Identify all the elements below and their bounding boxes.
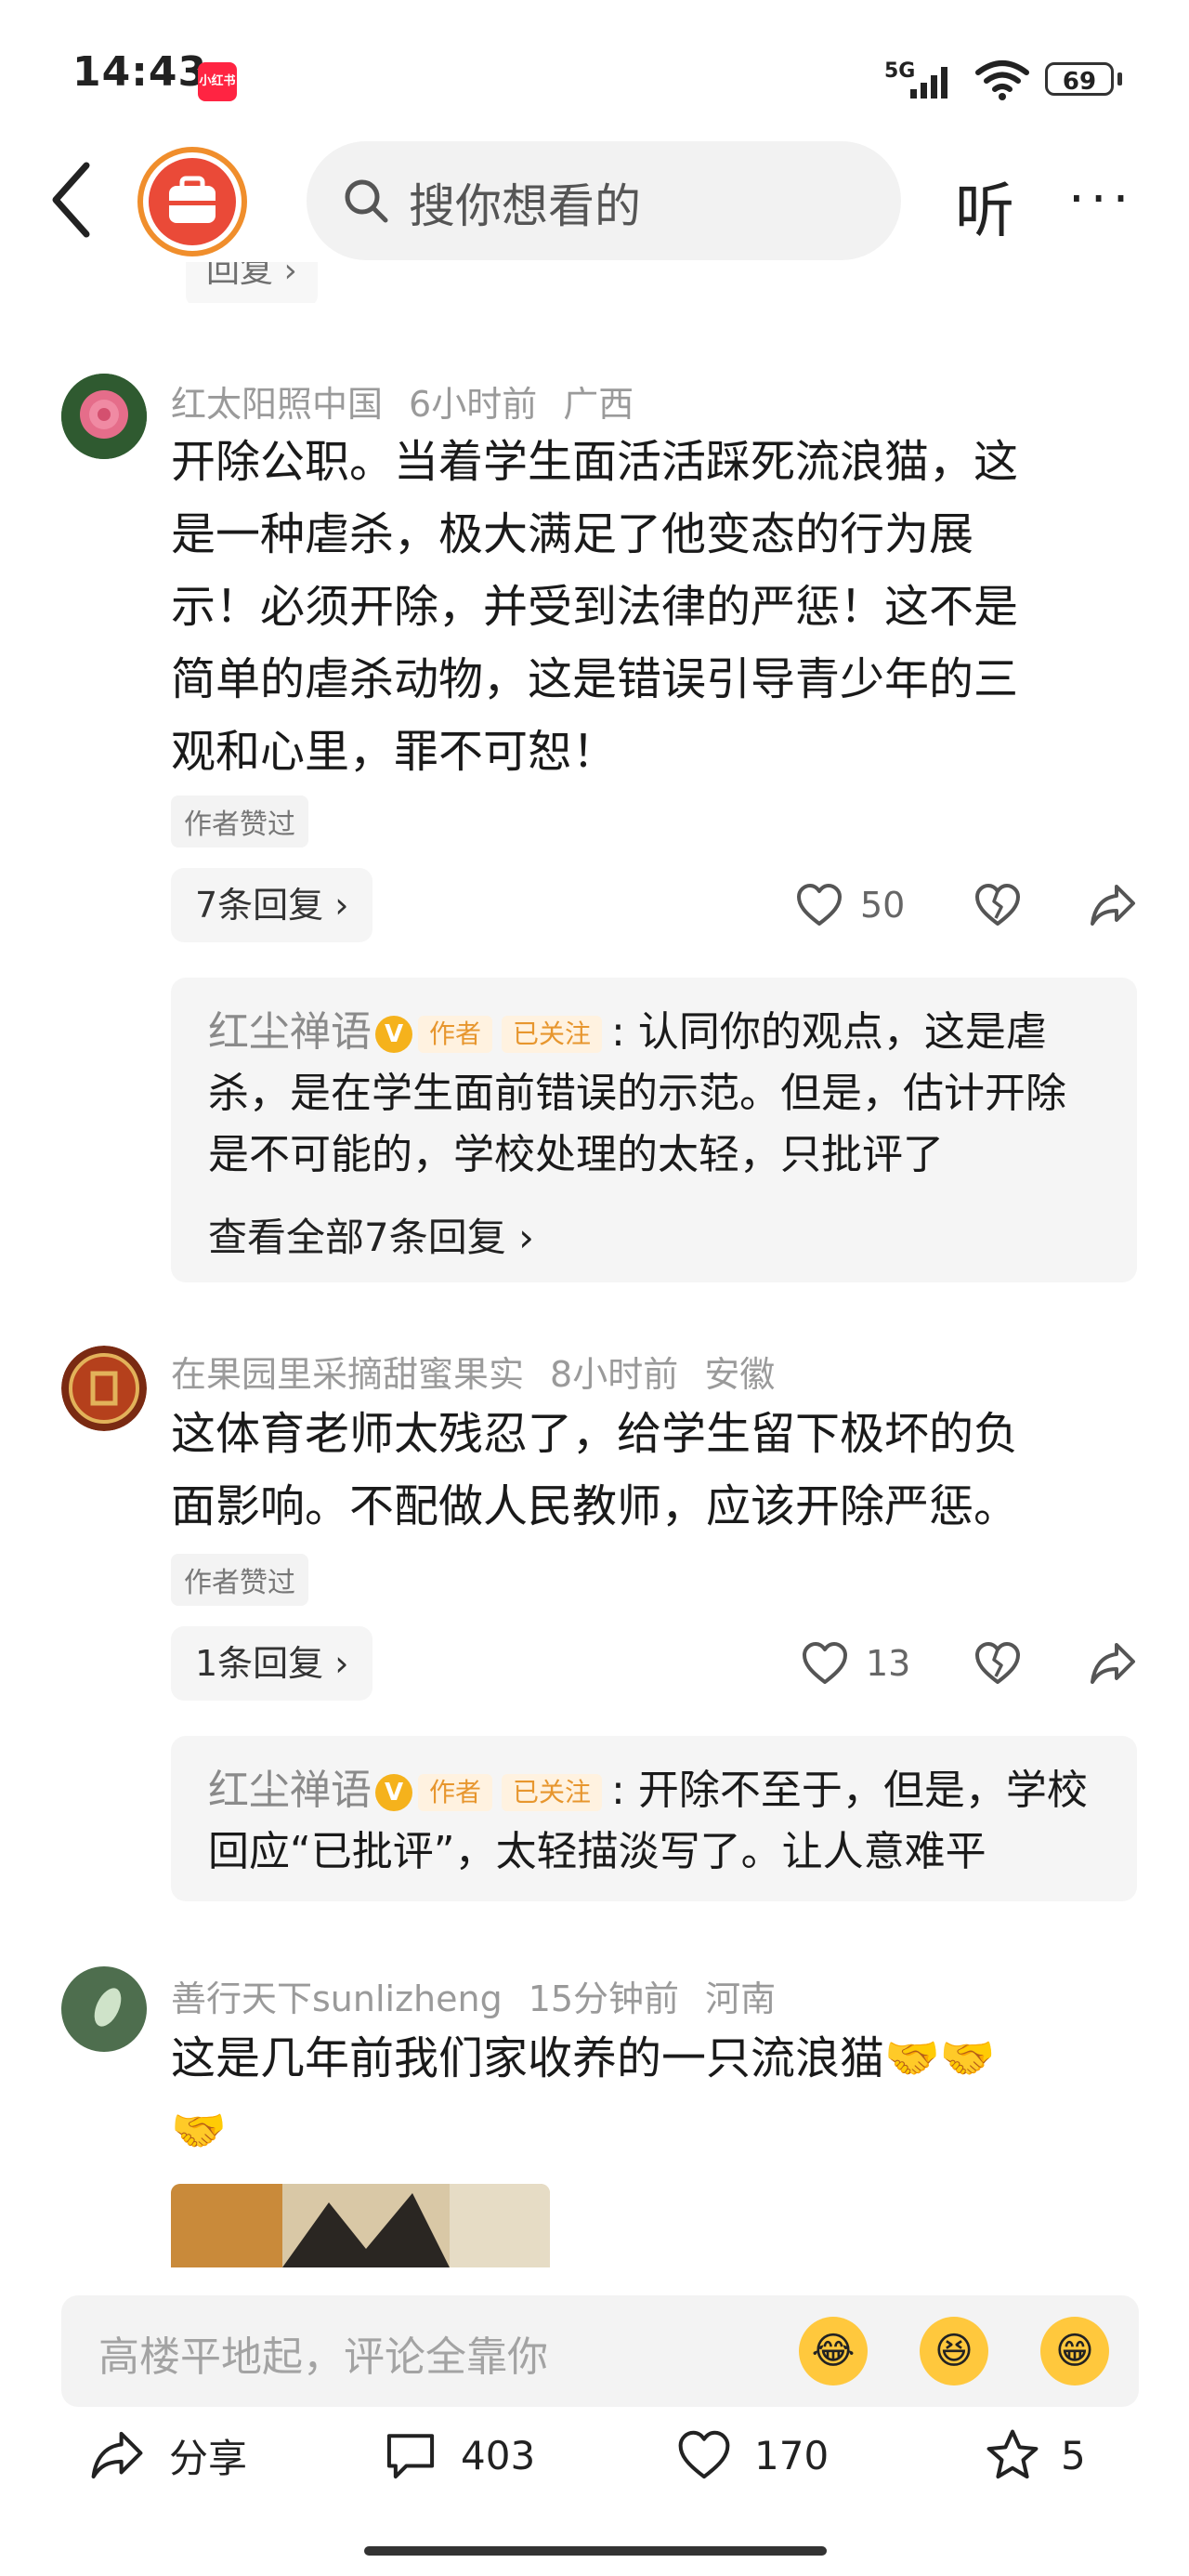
stars-count: 5 xyxy=(1061,2432,1086,2478)
app-notification-icon: 小红书 xyxy=(198,62,237,101)
comment-time: 8小时前 xyxy=(550,1354,679,1395)
previous-comment-actions: 回复 › 1 xyxy=(167,262,1189,303)
likes-count: 170 xyxy=(754,2432,830,2478)
comment-time: 6小时前 xyxy=(409,384,538,425)
commenter-avatar[interactable] xyxy=(61,1966,147,2052)
search-icon xyxy=(345,179,388,223)
reply-line: 杀，是在学生面前错误的示范。但是，估计开除 xyxy=(208,1070,1066,1117)
search-placeholder: 搜你想看的 xyxy=(409,179,641,233)
reply-line-text: : 开除不至于，但是，学校 xyxy=(611,1767,1088,1814)
comment-input-placeholder: 高楼平地起，评论全靠你 xyxy=(98,2333,548,2381)
reply-line: 红尘禅语 V 作者 已关注: 认同你的观点，这是虐 xyxy=(208,1002,1118,1063)
battery-indicator: 69 xyxy=(1045,62,1114,96)
share-label: 分享 xyxy=(169,2435,248,2481)
see-all-replies-link[interactable]: 查看全部7条回复 › xyxy=(208,1206,534,1263)
star-icon xyxy=(986,2429,1039,2479)
comment-meta: 在果园里采摘甜蜜果实 8小时前 安徽 xyxy=(171,1346,801,1397)
commenter-avatar[interactable] xyxy=(61,1346,147,1431)
author-tag: 作者 xyxy=(418,1016,493,1053)
comments-button[interactable]: 403 xyxy=(383,2427,535,2483)
author-tag: 作者 xyxy=(418,1774,493,1811)
like-count: 50 xyxy=(860,885,906,926)
status-time: 14:43 xyxy=(72,48,208,96)
comment-line: 这是几年前我们家收养的一只流浪猫🤝🤝 xyxy=(171,2032,996,2084)
wifi-icon xyxy=(975,60,1029,100)
reply-content: 红尘禅语 V 作者 已关注: 开除不至于，但是，学校 回应“已批评”，太轻描淡写了。让… xyxy=(208,1760,1118,1883)
back-arrow-icon[interactable] xyxy=(45,158,100,242)
leaf-avatar-icon xyxy=(61,1966,147,2052)
comment-body: 这是几年前我们家收养的一只流浪猫🤝🤝 🤝 xyxy=(171,2022,1156,2167)
comment-line: 简单的虐杀动物，这是错误引导青少年的三 xyxy=(171,653,1019,705)
collect-button[interactable]: 5 xyxy=(985,2427,1086,2483)
share-button[interactable]: 分享 xyxy=(89,2427,247,2483)
comment-line: 这体育老师太残忍了，给学生留下极坏的负 xyxy=(171,1408,1019,1460)
reply-count-button[interactable]: 回复 › xyxy=(186,262,318,303)
comment-line: 是一种虐杀，极大满足了他变态的行为展 xyxy=(171,508,974,560)
comment-line: 面影响。不配做人民教师，应该开除严惩。 xyxy=(171,1480,1019,1532)
like-button[interactable]: 170 xyxy=(676,2427,829,2483)
following-tag: 已关注 xyxy=(502,1016,603,1053)
author-liked-badge: 作者赞过 xyxy=(171,795,308,848)
dislike-heart-icon[interactable] xyxy=(973,1639,1022,1688)
verified-v-icon: V xyxy=(375,1016,412,1053)
reply-author[interactable]: 红尘禅语 xyxy=(208,1008,372,1056)
reply-count-button[interactable]: 7条回复 › xyxy=(171,868,373,942)
verified-v-icon: V xyxy=(375,1774,412,1811)
laughing-crying-emoji-icon[interactable]: 😂 xyxy=(799,2317,868,2385)
fu-seal-icon xyxy=(61,1346,147,1431)
reply-author[interactable]: 红尘禅语 xyxy=(208,1767,372,1814)
author-avatar-image xyxy=(149,158,236,245)
big-grin-emoji-icon[interactable]: 😁 xyxy=(1040,2317,1109,2385)
reply-line: 红尘禅语 V 作者 已关注: 开除不至于，但是，学校 xyxy=(208,1760,1118,1821)
reply-line: 是不可能的，学校处理的太轻，只批评了 xyxy=(208,1131,944,1178)
comment-location: 河南 xyxy=(705,1978,777,2019)
heart-icon[interactable] xyxy=(795,881,843,929)
comment-bubble-icon xyxy=(386,2434,435,2479)
signal-bars-icon xyxy=(910,67,947,99)
comment-line: 示！必须开除，并受到法律的严惩！这不是 xyxy=(171,581,1019,633)
commenter-avatar[interactable] xyxy=(61,374,147,459)
reply-content: 红尘禅语 V 作者 已关注: 认同你的观点，这是虐 杀，是在学生面前错误的示范。但是，… xyxy=(208,1002,1118,1186)
comment-line: 🤝 xyxy=(171,2105,227,2157)
grinning-emoji-icon[interactable]: 😆 xyxy=(920,2317,988,2385)
heart-icon[interactable] xyxy=(801,1639,849,1688)
battery-tip xyxy=(1117,72,1122,85)
reply-line-text: : 认同你的观点，这是虐 xyxy=(611,1008,1047,1056)
share-icon xyxy=(91,2431,143,2479)
comment-location: 广西 xyxy=(563,384,634,425)
comment-meta: 红太阳照中国 6小时前 广西 xyxy=(171,375,660,427)
more-options-button[interactable]: ··· xyxy=(1068,174,1134,226)
dislike-heart-icon[interactable] xyxy=(973,881,1022,929)
comment-username[interactable]: 善行天下sunlizheng xyxy=(171,1978,503,2019)
comment-image-cat[interactable] xyxy=(171,2184,550,2267)
comment-body: 这体育老师太残忍了，给学生留下极坏的负 面影响。不配做人民教师，应该开除严惩。 xyxy=(171,1398,1156,1543)
share-arrow-icon[interactable] xyxy=(1089,881,1137,929)
comment-username[interactable]: 红太阳照中国 xyxy=(171,384,383,425)
rose-icon xyxy=(61,374,147,459)
comment-line: 观和心里，罪不可恕！ xyxy=(171,726,618,778)
comment-time: 15分钟前 xyxy=(528,1978,680,2019)
listen-button[interactable]: 听 xyxy=(955,164,1014,249)
reply-count-button[interactable]: 1条回复 › xyxy=(171,1626,373,1701)
author-liked-badge: 作者赞过 xyxy=(171,1554,308,1606)
following-tag: 已关注 xyxy=(502,1774,603,1811)
comments-count: 403 xyxy=(461,2432,536,2478)
comment-body: 开除公职。当着学生面活活踩死流浪猫，这 是一种虐杀，极大满足了他变态的行为展 示… xyxy=(171,426,1156,788)
comment-location: 安徽 xyxy=(704,1354,776,1395)
share-arrow-icon[interactable] xyxy=(1089,1639,1137,1688)
reply-line: 回应“已批评”，太轻描淡写了。让人意难平 xyxy=(208,1828,986,1875)
heart-icon xyxy=(678,2430,730,2479)
like-count: 1 xyxy=(823,262,844,265)
home-indicator[interactable] xyxy=(364,2546,827,2556)
cat-photo-icon xyxy=(171,2184,550,2267)
comment-meta: 善行天下sunlizheng 15分钟前 河南 xyxy=(171,1970,802,2021)
like-count: 13 xyxy=(866,1643,911,1684)
briefcase-logo-icon xyxy=(169,176,216,223)
comment-line: 开除公职。当着学生面活活踩死流浪猫，这 xyxy=(171,436,1019,488)
comment-username[interactable]: 在果园里采摘甜蜜果实 xyxy=(171,1354,524,1395)
